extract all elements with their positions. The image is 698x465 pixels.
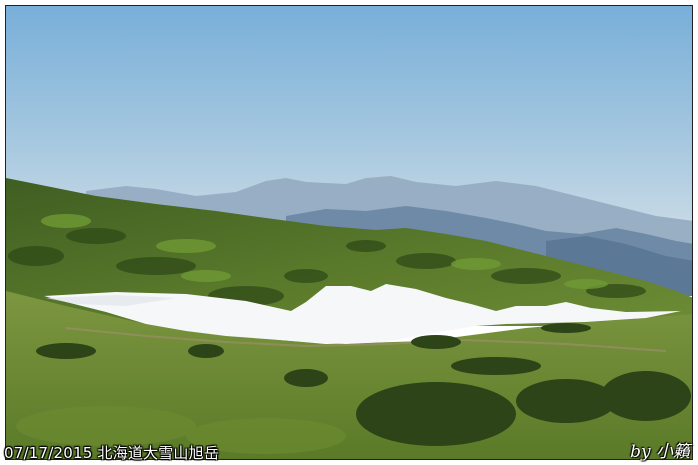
photographer-credit: by 小籟 <box>630 442 690 462</box>
landscape-photo <box>5 5 693 460</box>
date-location-caption: 07/17/2015 北海道大雪山旭岳 <box>4 444 220 462</box>
photo-frame: 07/17/2015 北海道大雪山旭岳 by 小籟 <box>0 0 698 465</box>
